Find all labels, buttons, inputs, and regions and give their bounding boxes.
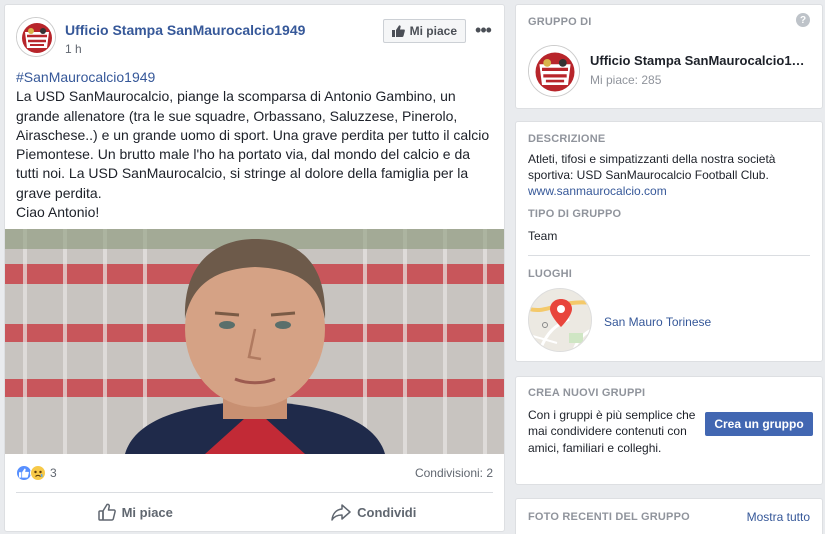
sad-reaction-icon <box>30 465 46 481</box>
like-post-button[interactable]: Mi piace <box>16 495 255 529</box>
portrait-image <box>5 229 504 454</box>
description-body: Atleti, tifosi e simpatizzanti della nos… <box>528 152 776 182</box>
page-avatar[interactable] <box>16 17 56 57</box>
create-group-card: CREA NUOVI GRUPPI Con i gruppi è più sem… <box>515 376 823 485</box>
group-type-value: Team <box>528 229 558 243</box>
post-card: Ufficio Stampa SanMaurocalcio1949 1 h Mi… <box>4 4 505 532</box>
map-pin-icon <box>529 289 591 351</box>
thumbs-up-outline-icon <box>97 503 116 521</box>
page-name-link[interactable]: Ufficio Stampa SanMaurocalcio1949 <box>65 22 305 38</box>
help-icon[interactable]: ? <box>796 13 810 27</box>
create-group-text: Con i gruppi è più semplice che mai cond… <box>528 408 696 455</box>
description-text: Atleti, tifosi e simpatizzanti della nos… <box>528 151 810 199</box>
group-of-card: GRUPPO DI ? Ufficio Stampa SanMaurocalci… <box>515 4 823 109</box>
share-post-button[interactable]: Condividi <box>255 495 494 529</box>
like-post-label: Mi piace <box>121 504 173 520</box>
share-post-label: Condividi <box>357 504 417 520</box>
club-logo <box>529 46 579 96</box>
places-title: LUOGHI <box>528 268 572 280</box>
post-actions: Mi piace Condividi <box>16 495 493 529</box>
group-description-card: DESCRIZIONE Atleti, tifosi e simpatizzan… <box>515 121 823 362</box>
see-all-link[interactable]: Mostra tutto <box>747 510 810 524</box>
group-type-section: TIPO DI GRUPPO Team <box>528 208 810 243</box>
group-likes: Mi piace: 285 <box>590 73 662 87</box>
create-group-button[interactable]: Crea un gruppo <box>705 412 813 436</box>
reaction-count: 3 <box>50 466 57 480</box>
group-avatar[interactable] <box>528 45 580 97</box>
post-paragraph: La USD SanMaurocalcio, piange la scompar… <box>16 88 490 201</box>
group-of-title: GRUPPO DI <box>528 16 592 28</box>
like-page-button[interactable]: Mi piace <box>382 19 466 43</box>
like-page-label: Mi piace <box>409 24 457 38</box>
thumbs-up-icon <box>391 25 405 37</box>
place-link[interactable]: San Mauro Torinese <box>604 315 711 329</box>
action-divider <box>16 492 493 493</box>
post-timestamp[interactable]: 1 h <box>65 42 82 56</box>
post-paragraph: Ciao Antonio! <box>16 204 100 221</box>
description-title: DESCRIZIONE <box>528 133 606 145</box>
website-link[interactable]: www.sanmaurocalcio.com <box>528 183 810 199</box>
section-divider <box>528 255 810 256</box>
reaction-summary[interactable]: 3 <box>16 465 57 481</box>
reactions-bar: 3 Condivisioni: 2 <box>16 463 493 483</box>
hashtag-link[interactable]: #SanMaurocalcio1949 <box>16 68 494 87</box>
share-arrow-icon <box>331 504 351 521</box>
recent-photos-title: FOTO RECENTI DEL GRUPPO <box>528 511 690 523</box>
post-header: Ufficio Stampa SanMaurocalcio1949 1 h Mi… <box>16 17 494 61</box>
map-thumbnail[interactable] <box>528 288 592 352</box>
post-text: #SanMaurocalcio1949 La USD SanMaurocalci… <box>16 68 494 222</box>
recent-photos-card: FOTO RECENTI DEL GRUPPO Mostra tutto <box>515 498 823 534</box>
group-name-link[interactable]: Ufficio Stampa SanMaurocalcio1… <box>590 53 805 68</box>
create-group-title: CREA NUOVI GRUPPI <box>528 387 646 399</box>
post-photo[interactable] <box>5 229 504 454</box>
club-logo <box>17 18 55 56</box>
group-type-title: TIPO DI GRUPPO <box>528 208 622 220</box>
places-section: LUOGHI <box>528 268 810 280</box>
description-section: DESCRIZIONE Atleti, tifosi e simpatizzan… <box>528 133 810 199</box>
more-options-button[interactable]: ••• <box>472 19 494 41</box>
shares-count[interactable]: Condivisioni: 2 <box>415 466 493 480</box>
